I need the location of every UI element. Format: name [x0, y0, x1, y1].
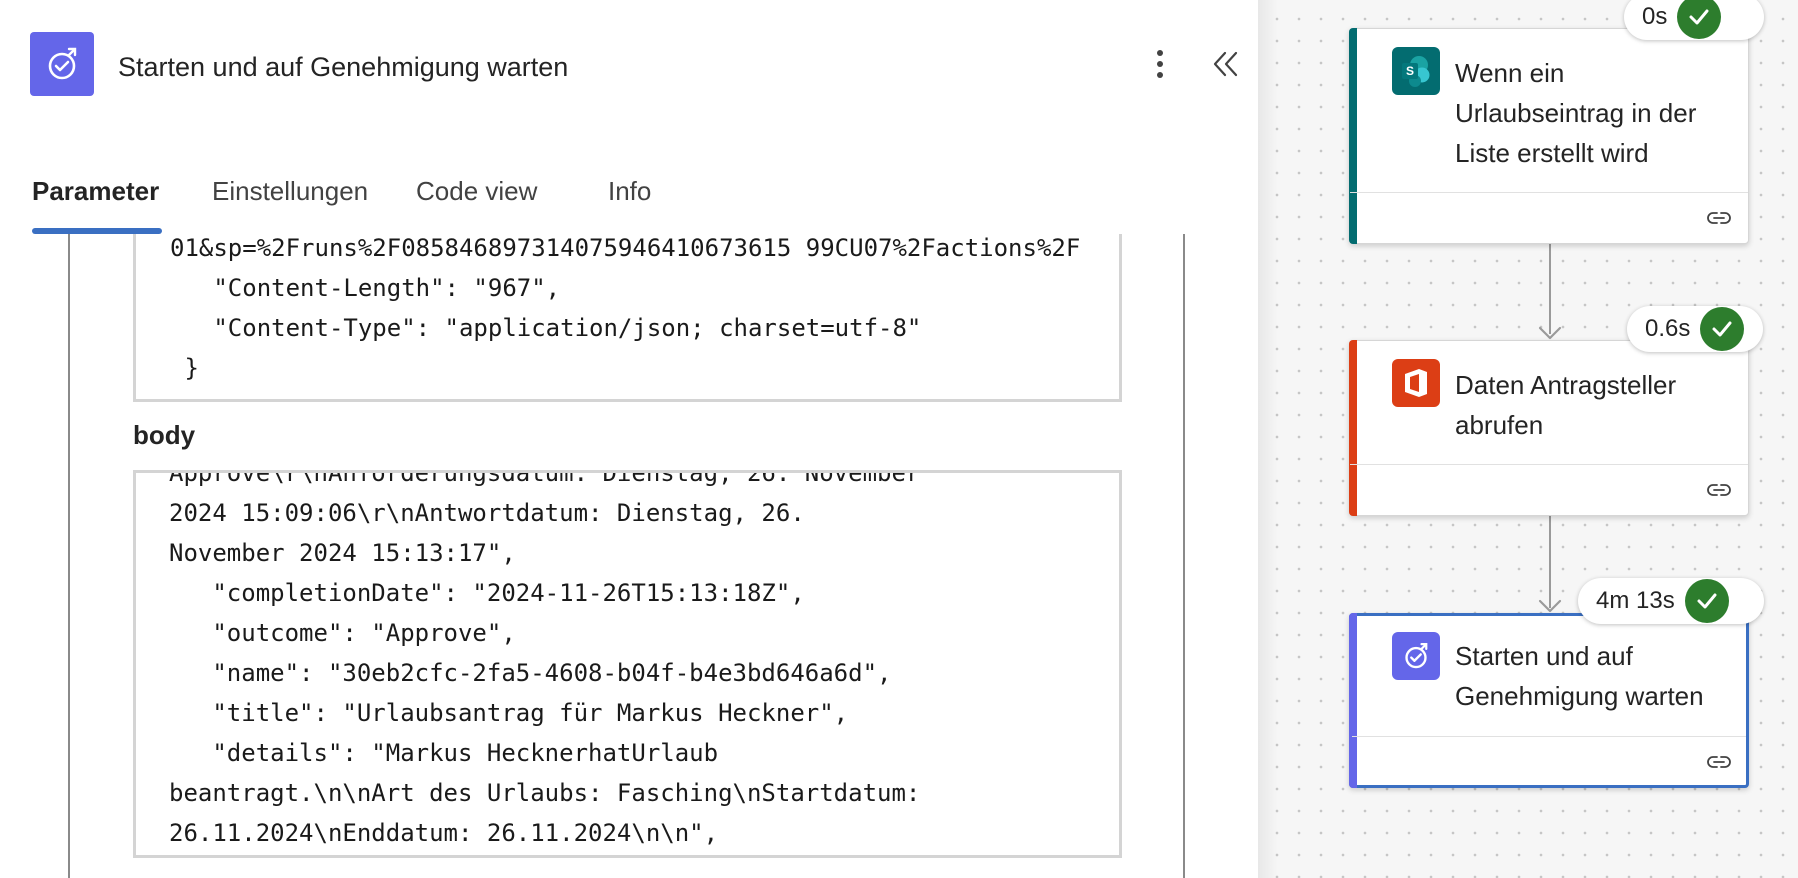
headers-code: 01&sp=%2Fruns%2F085846897314075946410673… — [170, 234, 1081, 382]
duration-badge: 4m 13s — [1578, 578, 1764, 624]
flow-step-get-user[interactable]: Daten Antragsteller abrufen — [1349, 340, 1749, 516]
duration-label: 4m 13s — [1596, 587, 1675, 614]
step-title: Wenn ein Urlaubseintrag in der Liste ers… — [1455, 58, 1697, 168]
connector-line — [1549, 516, 1551, 608]
approval-icon — [30, 32, 94, 96]
dot-icon — [1157, 72, 1163, 78]
step-divider — [1350, 464, 1748, 465]
svg-text:S: S — [1406, 64, 1414, 78]
tab-info[interactable]: Info — [608, 176, 651, 207]
more-options-button[interactable] — [1143, 44, 1177, 84]
scroll-guide-right[interactable] — [1183, 234, 1185, 878]
arrow-down-icon — [1538, 326, 1562, 340]
duration-badge: 0.6s — [1627, 306, 1763, 352]
tab-einstellungen[interactable]: Einstellungen — [212, 176, 368, 207]
panel-title: Starten und auf Genehmigung warten — [118, 52, 569, 82]
duration-label: 0s — [1642, 3, 1668, 30]
dot-icon — [1157, 61, 1163, 67]
double-chevron-left-icon — [1213, 51, 1238, 77]
flow-step-approval[interactable]: Starten und auf Genehmigung warten — [1349, 613, 1749, 788]
details-panel: Starten und auf Genehmigung warten Param… — [0, 0, 1258, 878]
tab-parameter[interactable]: Parameter — [32, 176, 159, 207]
body-code: Approve\r\nAnforderungsdatum: Dienstag, … — [169, 470, 921, 847]
link-icon[interactable] — [1706, 753, 1732, 771]
step-title: Starten und auf Genehmigung warten — [1455, 641, 1704, 711]
body-label: body — [133, 420, 196, 450]
connector-line — [1549, 244, 1551, 334]
step-accent-bar — [1349, 340, 1357, 516]
step-accent-bar — [1349, 28, 1357, 244]
success-check-icon — [1700, 307, 1745, 351]
link-icon[interactable] — [1706, 481, 1732, 499]
duration-badge: 0s — [1624, 0, 1764, 40]
step-title: Daten Antragsteller abrufen — [1455, 370, 1677, 440]
flow-canvas[interactable]: S Wenn ein Urlaubseintrag in der Liste e… — [1258, 0, 1798, 878]
scroll-guide-left — [68, 234, 70, 878]
tab-code-view[interactable]: Code view — [416, 176, 537, 207]
office-icon — [1392, 359, 1440, 407]
collapse-panel-button[interactable] — [1208, 46, 1244, 82]
link-icon[interactable] — [1706, 209, 1732, 227]
dot-icon — [1157, 50, 1163, 56]
step-divider — [1350, 192, 1748, 193]
headers-output-box[interactable]: 01&sp=%2Fruns%2F085846897314075946410673… — [133, 234, 1122, 402]
body-output-box[interactable]: Approve\r\nAnforderungsdatum: Dienstag, … — [133, 470, 1122, 858]
duration-label: 0.6s — [1645, 315, 1691, 342]
success-check-icon — [1677, 0, 1722, 39]
success-check-icon — [1684, 579, 1729, 623]
flow-step-trigger[interactable]: S Wenn ein Urlaubseintrag in der Liste e… — [1349, 28, 1749, 244]
step-divider — [1352, 736, 1746, 737]
step-accent-bar — [1349, 613, 1357, 788]
sharepoint-icon: S — [1392, 47, 1440, 95]
arrow-down-icon — [1538, 599, 1562, 613]
approval-icon — [1392, 632, 1440, 680]
